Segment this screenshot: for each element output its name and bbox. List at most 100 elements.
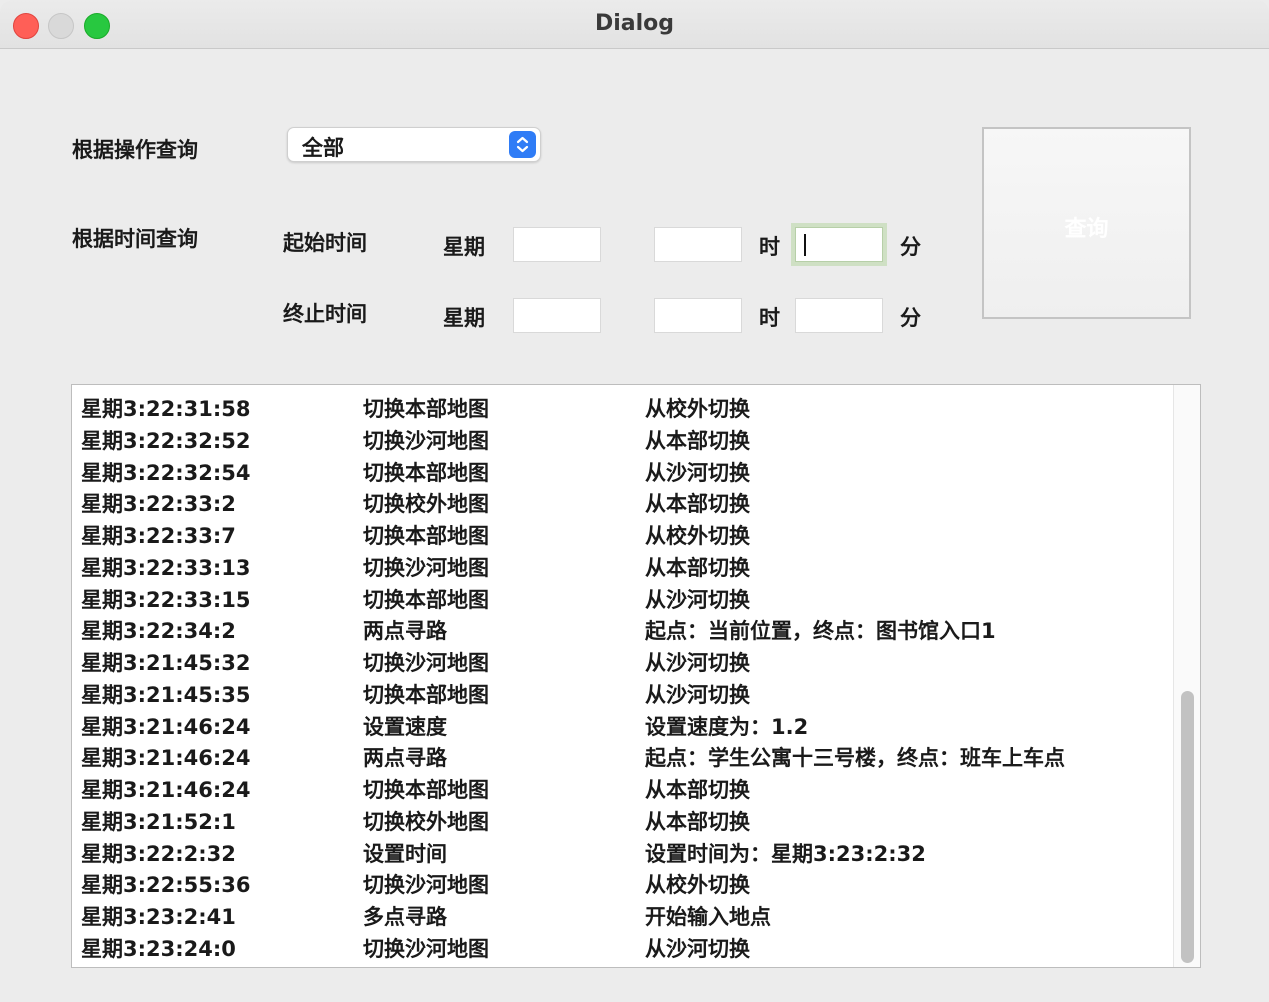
log-action: 多点寻路 xyxy=(363,905,447,929)
text-caret xyxy=(804,234,806,256)
query-button[interactable]: 查询 xyxy=(982,127,1191,319)
log-time: 星期3:21:45:35 xyxy=(81,682,251,707)
start-time-label: 起始时间 xyxy=(283,231,367,255)
start-minute-input-field[interactable] xyxy=(796,228,882,261)
log-detail: 从沙河切换 xyxy=(645,936,750,961)
log-time: 星期3:21:46:24 xyxy=(81,714,251,739)
log-action: 两点寻路 xyxy=(363,746,447,771)
end-hour-input-field[interactable] xyxy=(655,299,741,332)
list-item[interactable]: 星期3:21:46:24 两点寻路 起点：学生公寓十三号楼，终点：班车上车点 xyxy=(72,738,1172,770)
log-scrollbar[interactable] xyxy=(1173,385,1200,967)
list-item[interactable]: 星期3:22:32:54 切换本部地图 从沙河切换 xyxy=(72,453,1172,485)
log-detail: 从本部切换 xyxy=(645,809,750,834)
log-time: 星期3:22:33:15 xyxy=(81,587,251,612)
list-item[interactable]: 星期3:22:33:2 切换校外地图 从本部切换 xyxy=(72,484,1172,516)
log-time: 星期3:23:2:41 xyxy=(81,905,236,929)
list-item[interactable]: 星期3:22:33:13 切换沙河地图 从本部切换 xyxy=(72,548,1172,580)
end-hour-input[interactable] xyxy=(654,298,742,333)
window-title: Dialog xyxy=(594,11,675,36)
start-hour-input[interactable] xyxy=(654,227,742,262)
log-action: 切换沙河地图 xyxy=(363,651,489,675)
log-time: 星期3:23:24:0 xyxy=(81,936,236,961)
start-hour-input-field[interactable] xyxy=(655,228,741,261)
log-action: 设置时间 xyxy=(363,841,447,866)
list-item[interactable]: 星期3:21:45:32 切换沙河地图 从沙河切换 xyxy=(72,643,1172,675)
log-time: 星期3:22:33:7 xyxy=(81,524,236,548)
log-detail: 从沙河切换 xyxy=(645,682,750,707)
log-action: 切换沙河地图 xyxy=(363,873,489,898)
log-time: 星期3:22:32:52 xyxy=(81,428,251,453)
log-action: 切换沙河地图 xyxy=(363,428,489,453)
list-item[interactable]: 星期3:21:45:35 切换本部地图 从沙河切换 xyxy=(72,675,1172,707)
log-detail: 从校外切换 xyxy=(645,873,750,898)
title-bar: Dialog xyxy=(0,0,1269,49)
log-time: 星期3:21:46:24 xyxy=(81,746,251,771)
log-time: 星期3:22:32:54 xyxy=(81,460,251,485)
log-time: 星期3:22:34:2 xyxy=(81,619,236,644)
log-action: 设置速度 xyxy=(363,714,447,739)
log-action: 切换本部地图 xyxy=(363,524,489,548)
list-item[interactable]: 星期3:21:52:1 切换校外地图 从本部切换 xyxy=(72,802,1172,834)
list-item[interactable]: 星期3:22:2:32 设置时间 设置时间为：星期3:23:2:32 xyxy=(72,834,1172,866)
log-scrollbar-thumb[interactable] xyxy=(1181,691,1194,963)
log-detail: 设置时间为：星期3:23:2:32 xyxy=(645,841,926,866)
list-item[interactable]: 星期3:22:34:2 两点寻路 起点：当前位置，终点：图书馆入口1 xyxy=(72,611,1172,643)
list-item[interactable]: 星期3:23:24:0 切换沙河地图 从沙河切换 xyxy=(72,929,1172,961)
log-detail: 从本部切换 xyxy=(645,492,750,517)
start-weekday-input-field[interactable] xyxy=(514,228,600,261)
log-time: 星期3:21:46:24 xyxy=(81,778,251,802)
end-weekday-label: 星期 xyxy=(443,306,485,330)
end-minute-input-field[interactable] xyxy=(796,299,882,332)
log-detail: 开始输入地点 xyxy=(645,905,771,929)
log-detail: 从本部切换 xyxy=(645,428,750,453)
log-list[interactable]: 星期3:23:24:0 切换沙河地图 从沙河切换 星期3:23:2:41 多点寻路 开始输… xyxy=(71,384,1201,968)
time-query-label: 根据时间查询 xyxy=(72,227,198,251)
list-item[interactable]: 星期3:22:33:15 切换本部地图 从沙河切换 xyxy=(72,580,1172,612)
log-time: 星期3:21:52:1 xyxy=(81,809,236,834)
log-action: 切换沙河地图 xyxy=(363,936,489,961)
start-weekday-label: 星期 xyxy=(443,235,485,259)
log-action: 切换本部地图 xyxy=(363,682,489,707)
log-detail: 从沙河切换 xyxy=(645,651,750,675)
log-action: 切换本部地图 xyxy=(363,778,489,802)
log-detail: 从沙河切换 xyxy=(645,587,750,612)
log-time: 星期3:22:33:2 xyxy=(81,492,236,517)
log-action: 两点寻路 xyxy=(363,619,447,644)
end-time-label: 终止时间 xyxy=(283,302,367,326)
list-item[interactable]: 星期3:22:55:36 切换沙河地图 从校外切换 xyxy=(72,865,1172,897)
list-item[interactable]: 星期3:21:46:24 切换本部地图 从本部切换 xyxy=(72,770,1172,802)
log-action: 切换校外地图 xyxy=(363,492,489,517)
updown-chevron-icon xyxy=(509,131,536,158)
end-minute-unit: 分 xyxy=(900,306,921,330)
log-action: 切换校外地图 xyxy=(363,809,489,834)
operation-select-value: 全部 xyxy=(302,136,344,160)
list-item[interactable]: 星期3:21:46:24 设置速度 设置速度为：1.2 xyxy=(72,707,1172,739)
log-detail: 从校外切换 xyxy=(645,397,750,421)
end-weekday-input[interactable] xyxy=(513,298,601,333)
log-action: 切换本部地图 xyxy=(363,397,489,421)
log-detail: 从本部切换 xyxy=(645,778,750,802)
log-detail: 起点：当前位置，终点：图书馆入口1 xyxy=(645,619,996,644)
start-hour-unit: 时 xyxy=(759,235,780,259)
log-detail: 起点：学生公寓十三号楼，终点：班车上车点 xyxy=(645,746,1065,771)
log-time: 星期3:22:33:13 xyxy=(81,555,251,580)
log-detail: 从本部切换 xyxy=(645,555,750,580)
log-action: 切换本部地图 xyxy=(363,460,489,485)
log-time: 星期3:22:55:36 xyxy=(81,873,251,898)
start-minute-unit: 分 xyxy=(900,235,921,259)
list-item[interactable]: 星期3:22:31:58 切换本部地图 从校外切换 xyxy=(72,389,1172,421)
operation-select[interactable]: 全部 xyxy=(287,127,541,162)
list-item[interactable]: 星期3:22:33:7 切换本部地图 从校外切换 xyxy=(72,516,1172,548)
log-detail: 从沙河切换 xyxy=(645,460,750,485)
log-action: 切换沙河地图 xyxy=(363,555,489,580)
list-item[interactable]: 星期3:22:32:52 切换沙河地图 从本部切换 xyxy=(72,421,1172,453)
query-button-label: 查询 xyxy=(1064,217,1109,242)
list-item[interactable]: 星期3:23:2:41 多点寻路 开始输入地点 xyxy=(72,897,1172,929)
end-minute-input[interactable] xyxy=(795,298,883,333)
end-weekday-input-field[interactable] xyxy=(514,299,600,332)
log-detail: 设置速度为：1.2 xyxy=(645,714,809,739)
start-weekday-input[interactable] xyxy=(513,227,601,262)
log-time: 星期3:22:31:58 xyxy=(81,397,251,421)
log-time: 星期3:21:45:32 xyxy=(81,651,251,675)
start-minute-input[interactable] xyxy=(795,227,883,262)
